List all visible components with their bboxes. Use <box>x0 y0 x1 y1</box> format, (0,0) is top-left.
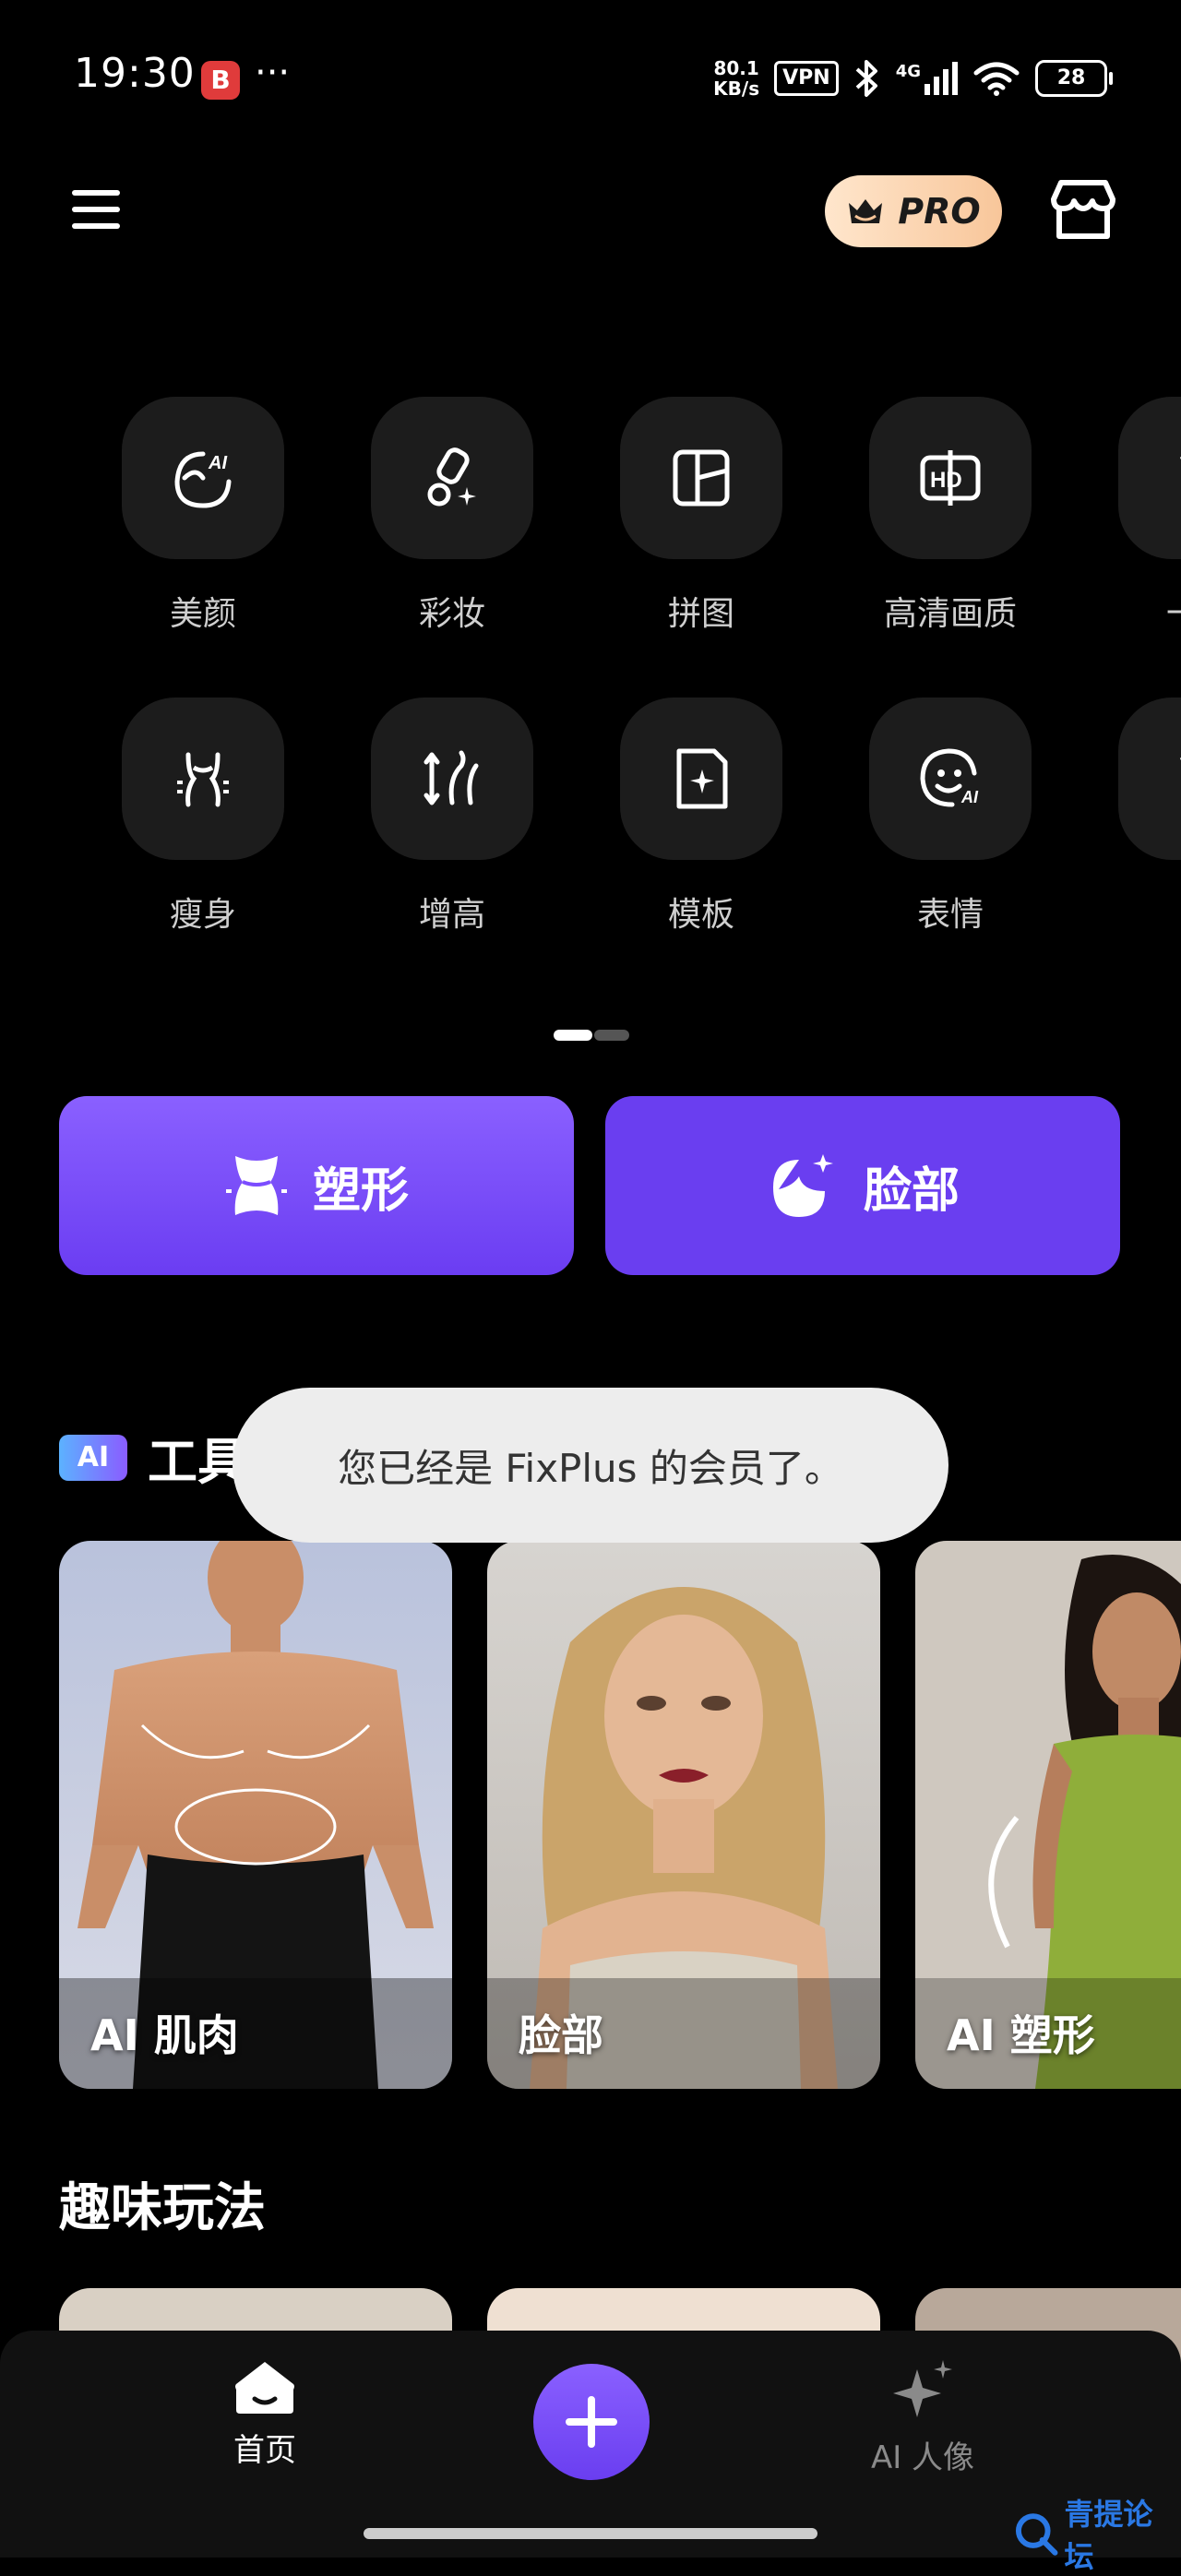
ai-card-face[interactable]: 脸部 <box>487 1541 880 2089</box>
toast-message: 您已经是 FixPlus 的会员了。 <box>233 1388 948 1543</box>
vpn-icon: VPN <box>774 61 839 96</box>
menu-button[interactable] <box>72 181 124 240</box>
network-speed-unit: KB/s <box>713 78 760 100</box>
collage-icon <box>620 397 782 559</box>
tool-label: 拼图 <box>667 595 734 633</box>
tool-ai[interactable]: AI <box>1107 698 1181 956</box>
tools-grid: AI 美颜 彩妆 拼图 HD 高清画质 瘦身 增高 模板 AI 表情 <box>0 397 1181 969</box>
ai-card-list: AI 肌肉 脸部 AI 塑形 <box>59 1541 1181 2089</box>
page-dot-active <box>554 1030 592 1041</box>
tool-hd[interactable]: HD 高清画质 <box>858 397 1043 655</box>
tool-label: 模板 <box>667 896 734 934</box>
tool-label: 高清画质 <box>883 595 1017 633</box>
nav-home[interactable]: 首页 <box>214 2358 316 2470</box>
tool-makeup[interactable]: 彩妆 <box>360 397 544 655</box>
tool-label: 瘦身 <box>169 896 236 934</box>
ai-badge: AI <box>59 1434 127 1481</box>
network-speed-value: 80.1 <box>713 57 759 79</box>
body-shape-icon <box>225 1156 287 1215</box>
svg-text:AI: AI <box>208 453 227 473</box>
nav-ai-portrait[interactable]: AI 人像 <box>849 2358 996 2477</box>
fun-section-title: 趣味玩法 <box>59 2178 266 2238</box>
body-shape-button[interactable]: 塑形 <box>59 1096 574 1275</box>
ai-tools-header: AI 工具 <box>59 1421 247 1494</box>
tool-label: 增高 <box>418 896 485 934</box>
tool-template[interactable]: 模板 <box>609 698 793 956</box>
card-label: AI 塑形 <box>947 2010 1095 2060</box>
face-label: 脸部 <box>863 1163 960 1219</box>
home-icon <box>235 2362 294 2414</box>
svg-text:AI: AI <box>960 788 979 806</box>
slim-body-icon <box>122 698 284 860</box>
network-type: 4G <box>895 62 921 81</box>
pro-button[interactable]: PRO <box>825 175 1002 247</box>
app-notification-icon: B <box>201 61 240 100</box>
tool-label: AI <box>1107 888 1181 925</box>
tool-expression[interactable]: AI 表情 <box>858 698 1043 956</box>
tool-label: 彩妆 <box>418 595 485 633</box>
card-label: AI 肌肉 <box>90 2010 239 2060</box>
bluetooth-icon <box>855 60 877 97</box>
tool-height[interactable]: 增高 <box>360 698 544 956</box>
page-indicator <box>554 1030 629 1041</box>
ai-card-body-shape[interactable]: AI 塑形 <box>915 1541 1181 2089</box>
wifi-icon <box>973 62 1020 96</box>
more-notifications-icon: ··· <box>255 52 291 94</box>
expression-icon: AI <box>869 698 1032 860</box>
template-icon <box>620 698 782 860</box>
ai-card-muscle[interactable]: AI 肌肉 <box>59 1541 452 2089</box>
status-icons: 80.1 KB/s VPN 4G 28 <box>713 55 1113 101</box>
face-button[interactable]: 脸部 <box>605 1096 1120 1275</box>
face-icon <box>772 1154 833 1217</box>
bottom-nav: 首页 AI 人像 <box>0 2331 1181 2558</box>
body-shape-label: 塑形 <box>312 1163 409 1219</box>
hd-icon: HD <box>869 397 1032 559</box>
makeup-icon <box>371 397 533 559</box>
card-label: 脸部 <box>519 2010 603 2060</box>
ai-face-icon: AI <box>122 397 284 559</box>
watermark-logo-icon <box>1015 2513 1058 2556</box>
status-bar: 19:30 B ··· 80.1 KB/s VPN 4G 28 <box>0 0 1181 120</box>
tool-slim[interactable]: 瘦身 <box>111 698 295 956</box>
tool-label: 一键 <box>1107 587 1181 635</box>
store-icon[interactable] <box>1048 175 1118 245</box>
plus-icon <box>566 2396 617 2448</box>
ai-tool-icon <box>1118 698 1181 860</box>
sparkle-icon <box>893 2360 952 2417</box>
tool-label: 表情 <box>916 896 984 934</box>
watermark-text: 青提论坛 <box>1064 2497 1153 2574</box>
network-speed: 80.1 KB/s <box>713 58 759 99</box>
svg-text:HD: HD <box>930 468 962 493</box>
signal-icon: 4G <box>896 62 958 95</box>
pro-label: PRO <box>898 191 981 232</box>
add-button[interactable] <box>533 2364 650 2480</box>
tool-one-tap[interactable]: 一键 <box>1107 397 1181 655</box>
height-icon <box>371 698 533 860</box>
tool-label: 美颜 <box>169 595 236 633</box>
page-dot <box>594 1030 629 1041</box>
status-time: 19:30 <box>74 50 196 97</box>
nav-home-label: 首页 <box>233 2432 296 2469</box>
watermark: 青提论坛 <box>1013 2491 1181 2576</box>
home-indicator[interactable] <box>364 2528 817 2539</box>
crown-icon <box>849 199 883 223</box>
one-tap-icon <box>1118 397 1181 559</box>
battery-icon: 28 <box>1035 60 1113 97</box>
nav-ai-label: AI 人像 <box>870 2439 975 2476</box>
tool-beauty[interactable]: AI 美颜 <box>111 397 295 655</box>
tool-collage[interactable]: 拼图 <box>609 397 793 655</box>
